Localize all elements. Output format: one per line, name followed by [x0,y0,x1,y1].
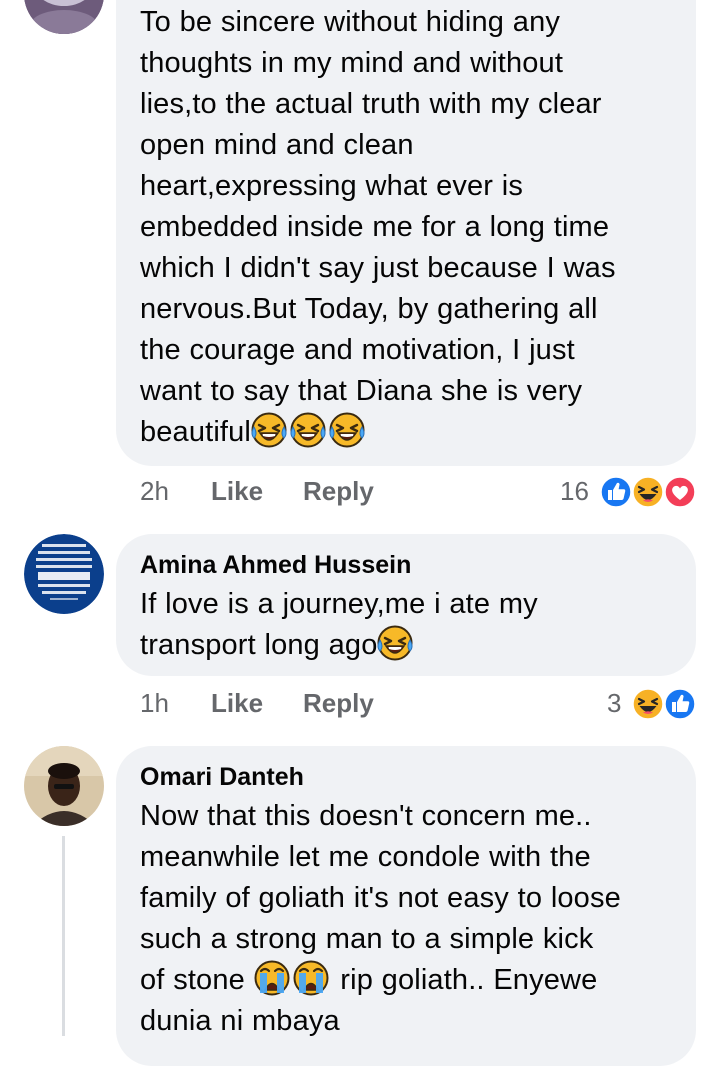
laughing-tears-icon [290,412,326,448]
comment-author[interactable]: Amina Ahmed Hussein [140,549,411,581]
profile-photo [24,0,104,34]
avatar[interactable] [24,0,104,34]
haha-reaction-icon[interactable] [631,475,665,509]
comment-text-part: If love is a journey,me i ate my transpo… [140,588,538,661]
comment-text: If love is a journey,me i ate my transpo… [140,584,700,666]
crying-face-icon [293,960,329,996]
like-button[interactable]: Like [211,476,263,507]
laughing-tears-icon [251,412,287,448]
love-reaction-icon[interactable] [663,475,697,509]
laughing-tears-icon [377,625,413,661]
reply-button[interactable]: Reply [303,688,374,719]
like-button[interactable]: Like [211,688,263,719]
laughing-tears-icon [329,412,365,448]
avatar[interactable] [24,534,104,614]
profile-photo [24,534,104,614]
haha-reaction-icon[interactable] [631,687,665,721]
comment-timestamp[interactable]: 2h [140,476,169,507]
like-reaction-icon[interactable] [599,475,633,509]
crying-face-icon [254,960,290,996]
avatar[interactable] [24,746,104,826]
comment-author[interactable]: Omari Danteh [140,761,304,793]
comment-bubble: To be sincere without hiding any thought… [116,0,696,466]
comment-text: To be sincere without hiding any thought… [140,2,700,453]
reply-button[interactable]: Reply [303,476,374,507]
reaction-count[interactable]: 3 [607,688,621,719]
comment-bubble: Omari Danteh Now that this doesn't conce… [116,746,696,1066]
comment-text: Now that this doesn't concern me.. meanw… [140,796,700,1042]
comment-text-part: To be sincere without hiding any thought… [140,6,616,448]
like-reaction-icon[interactable] [663,687,697,721]
reply-thread-line [62,836,65,1036]
comment-timestamp[interactable]: 1h [140,688,169,719]
profile-photo [24,746,104,826]
reaction-count[interactable]: 16 [560,476,589,507]
comment-bubble: Amina Ahmed Hussein If love is a journey… [116,534,696,676]
